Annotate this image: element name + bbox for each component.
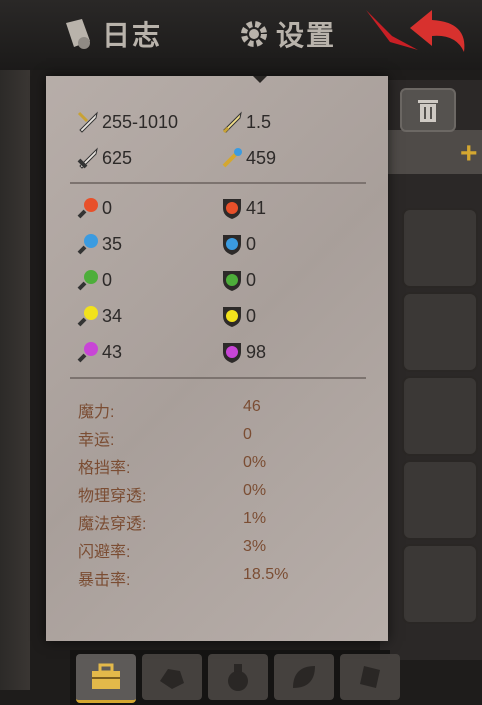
ore-icon [160, 669, 184, 689]
tab-potions[interactable] [208, 654, 268, 700]
attr-value: 0% [243, 454, 267, 471]
stat-magic-power: 459 [220, 146, 276, 170]
potion-icon [228, 664, 248, 691]
arcane-sword-icon [77, 342, 98, 363]
nature-sword-icon [77, 270, 98, 291]
inventory-slot[interactable] [402, 376, 478, 456]
stat-nature-resist: 0 [220, 268, 256, 292]
stat-fire-resist: 41 [220, 196, 266, 220]
settings-label: 设置 [276, 20, 337, 51]
light-shield-icon [223, 307, 241, 327]
stat-nature-attack: 0 [76, 268, 112, 292]
water-shield-icon [223, 235, 241, 255]
stat-water-resist: 0 [220, 232, 256, 256]
inventory-slot[interactable] [402, 544, 478, 624]
inventory-slot[interactable] [402, 460, 478, 540]
attr-label: 魔法穿透: [78, 516, 147, 533]
attr-value: 1% [243, 510, 267, 527]
add-button[interactable]: + [460, 139, 482, 169]
arcane-shield-icon [223, 343, 241, 363]
attr-label: 物理穿透: [78, 488, 147, 505]
log-label: 日志 [102, 20, 163, 51]
stat-fire-attack: 0 [76, 196, 112, 220]
attr-label: 魔力: [78, 404, 115, 421]
tab-misc[interactable] [340, 654, 400, 700]
bottom-tab-bar [70, 650, 400, 705]
stat-armor-pierce: 625 [76, 146, 132, 170]
leaf-icon [293, 666, 315, 688]
stat-light-resist: 0 [220, 304, 256, 328]
stat-arcane-resist: 98 [220, 340, 266, 364]
attr-label: 暴击率: [78, 572, 131, 589]
tab-herbs[interactable] [274, 654, 334, 700]
attr-value: 46 [243, 398, 261, 415]
tab-materials[interactable] [142, 654, 202, 700]
character-panel-edge [0, 70, 30, 690]
settings-button[interactable]: 设置 [238, 14, 336, 54]
inventory-slot[interactable] [402, 292, 478, 372]
attack-speed-sword-icon [222, 111, 242, 134]
attr-label: 闪避率: [78, 544, 131, 561]
nature-shield-icon [223, 271, 241, 291]
back-arrow-icon[interactable] [406, 6, 476, 58]
trash-button[interactable] [400, 88, 456, 132]
stat-attack-speed: 1.5 [220, 110, 271, 134]
attr-value: 0% [243, 482, 267, 499]
attr-value: 18.5% [243, 566, 289, 583]
attr-label: 幸运: [78, 432, 115, 449]
log-button[interactable]: 日志 [60, 14, 162, 54]
inventory-slot[interactable] [402, 208, 478, 288]
stat-water-attack: 35 [76, 232, 122, 256]
attr-label: 格挡率: [78, 460, 131, 477]
top-bar: 日志 设置 [0, 0, 482, 70]
scroll-icon [66, 19, 90, 49]
light-sword-icon [77, 306, 98, 327]
shard-icon [360, 666, 380, 688]
tab-equipment[interactable] [76, 654, 136, 703]
attack-sword-icon [77, 111, 98, 133]
stat-arcane-attack: 43 [76, 340, 122, 364]
armor-pierce-sword-icon [77, 147, 98, 169]
magic-wand-icon [222, 148, 242, 168]
card-pointer [253, 76, 267, 83]
divider [70, 377, 366, 379]
toolbox-icon [92, 663, 120, 689]
trash-icon [418, 100, 438, 122]
divider [70, 182, 366, 184]
fire-sword-icon [77, 198, 98, 219]
stat-attack-damage: 255-1010 [76, 110, 178, 134]
water-sword-icon [77, 234, 98, 255]
stat-light-attack: 34 [76, 304, 122, 328]
attr-value: 3% [243, 538, 267, 555]
attr-value: 0 [243, 426, 252, 443]
fire-shield-icon [223, 199, 241, 219]
gear-icon [241, 21, 267, 47]
